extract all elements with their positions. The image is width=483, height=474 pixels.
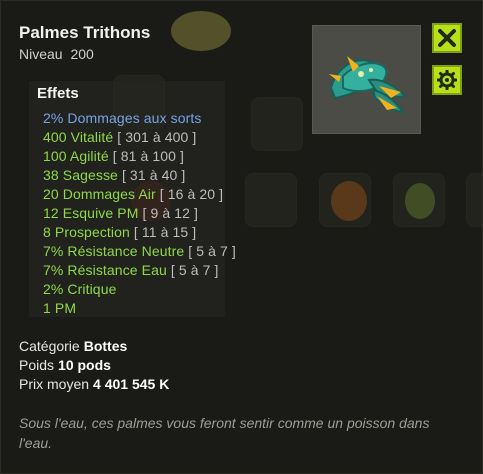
effect-line: 100 Agilité[ 81 à 100 ] — [43, 148, 184, 164]
price-row: Prix moyen 4 401 545 K — [19, 376, 169, 392]
item-description: Sous l'eau, ces palmes vous feront senti… — [19, 415, 430, 451]
effect-line: 38 Sagesse[ 31 à 40 ] — [43, 167, 185, 183]
weight-label: Poids — [19, 357, 55, 373]
effect-text: 7% Résistance Eau — [43, 262, 167, 278]
item-image — [312, 25, 421, 134]
settings-button[interactable] — [432, 65, 462, 95]
effect-range: [ 11 à 15 ] — [133, 224, 197, 240]
item-name: Palmes Trithons — [19, 23, 151, 42]
effect-line: 7% Résistance Neutre[ 5 à 7 ] — [43, 243, 236, 259]
category-value: Bottes — [83, 338, 128, 354]
effect-line: 7% Résistance Eau[ 5 à 7 ] — [43, 262, 219, 278]
weight-value: 10 pods — [58, 357, 111, 373]
effect-text: 20 Dommages Air — [43, 186, 156, 202]
price-value: 4 401 545 K — [93, 376, 170, 392]
category-label: Catégorie — [19, 338, 80, 354]
category-row: Catégorie Bottes — [19, 338, 127, 354]
item-tooltip: Palmes Trithons Niveau 200 Effets 2% Dom… — [0, 0, 483, 474]
effect-range: [ 16 à 20 ] — [159, 186, 224, 202]
effect-range: [ 81 à 100 ] — [112, 148, 184, 164]
effect-line: 2% Dommages aux sorts — [43, 110, 202, 126]
price-label: Prix moyen — [19, 376, 90, 392]
flippers-icon — [329, 56, 407, 114]
close-button[interactable] — [432, 23, 462, 53]
effect-line: 20 Dommages Air[ 16 à 20 ] — [43, 186, 223, 202]
effect-range: [ 5 à 7 ] — [170, 262, 219, 278]
effect-line: 2% Critique — [43, 281, 116, 297]
effect-text: 2% Dommages aux sorts — [43, 110, 202, 126]
effect-text: 38 Sagesse — [43, 167, 118, 183]
effect-text: 8 Prospection — [43, 224, 130, 240]
effect-text: 2% Critique — [43, 281, 117, 297]
effect-text: 12 Esquive PM — [43, 205, 139, 221]
effect-line: 400 Vitalité[ 301 à 400 ] — [43, 129, 196, 145]
effect-line: 12 Esquive PM[ 9 à 12 ] — [43, 205, 198, 221]
level-label: Niveau — [19, 46, 63, 62]
effect-text: 100 Agilité — [43, 148, 109, 164]
effect-range: [ 5 à 7 ] — [188, 243, 236, 259]
effect-range: [ 301 à 400 ] — [117, 129, 197, 145]
effect-text: 7% Résistance Neutre — [43, 243, 185, 259]
effect-range: [ 9 à 12 ] — [142, 205, 198, 221]
level-value: 200 — [70, 46, 94, 62]
effect-text: 400 Vitalité — [43, 129, 114, 145]
close-icon — [438, 29, 456, 47]
effect-line: 8 Prospection[ 11 à 15 ] — [43, 224, 196, 240]
effect-range: [ 31 à 40 ] — [121, 167, 186, 183]
weight-row: Poids 10 pods — [19, 357, 111, 373]
effects-title: Effets — [37, 85, 79, 102]
effect-text: 1 PM — [43, 300, 77, 316]
gear-icon — [437, 70, 457, 90]
item-level: Niveau 200 — [19, 46, 98, 62]
effect-line: 1 PM — [43, 300, 76, 316]
